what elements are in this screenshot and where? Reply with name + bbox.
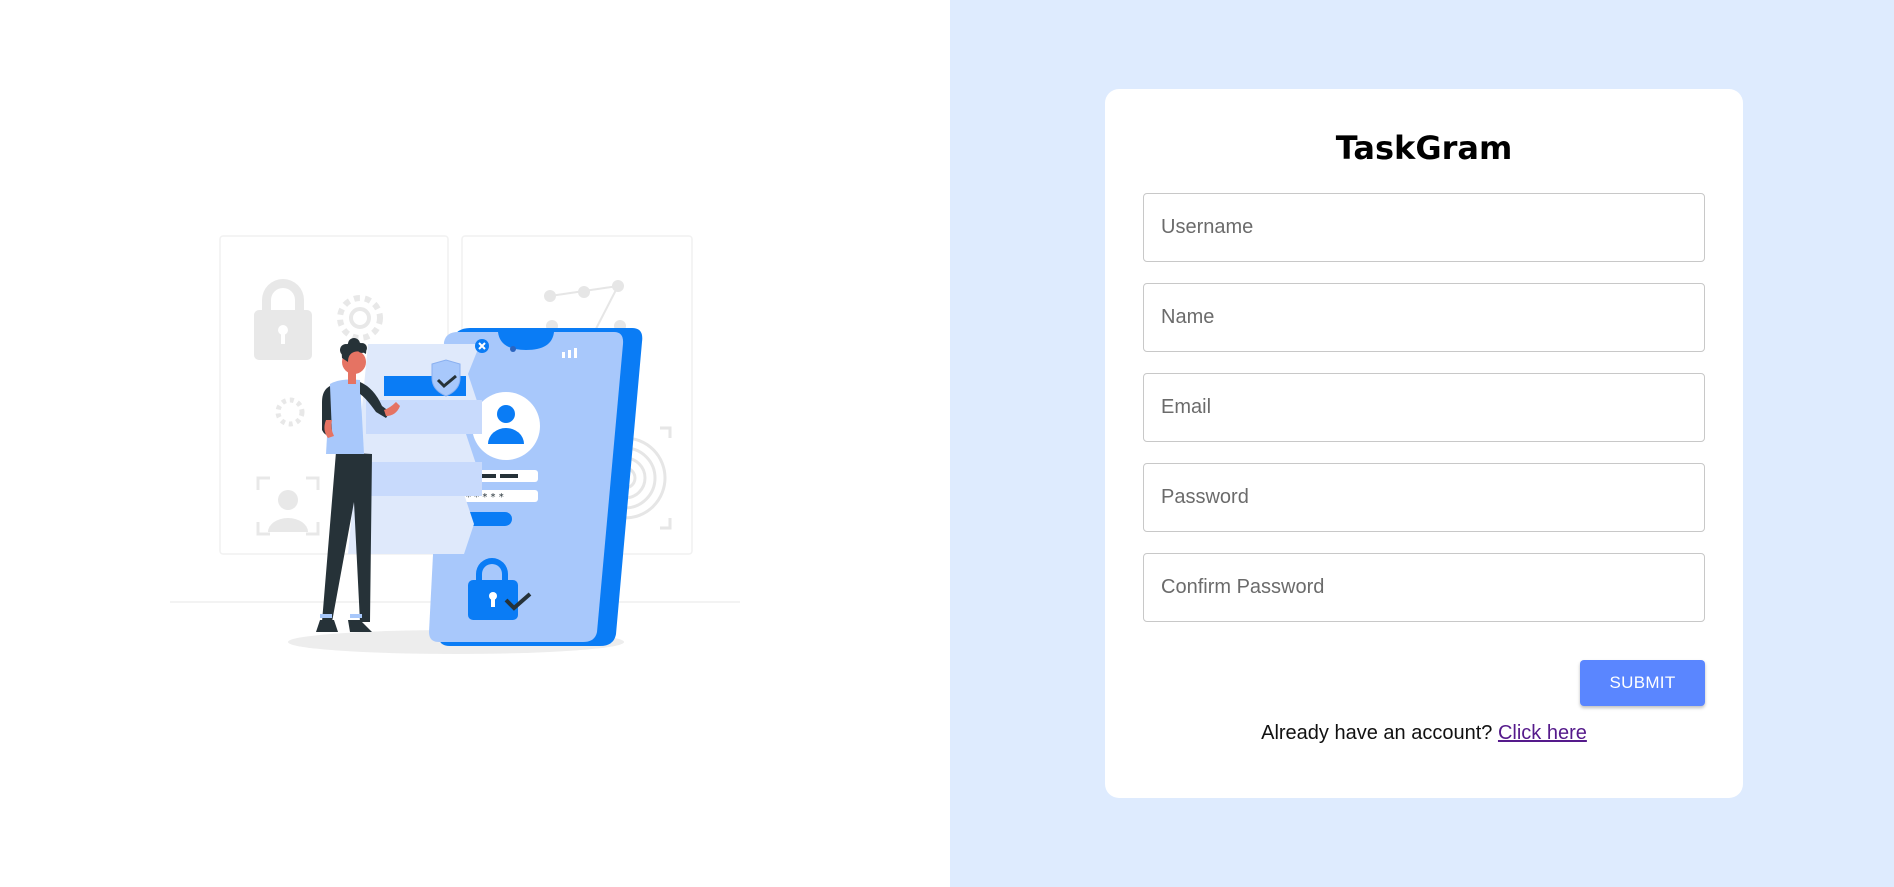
login-link[interactable]: Click here (1498, 722, 1587, 744)
name-field[interactable] (1143, 283, 1705, 352)
password-input[interactable] (1144, 464, 1704, 531)
security-illustration: * * * * * (170, 235, 740, 654)
signup-card: TaskGram SUBMIT Already have an account?… (1105, 89, 1743, 798)
password-field[interactable] (1143, 463, 1705, 532)
illustration-panel: * * * * * (0, 0, 950, 887)
confirm-password-input[interactable] (1144, 554, 1704, 621)
name-input[interactable] (1144, 284, 1704, 351)
faded-lock-icon (254, 279, 312, 360)
faded-gear-icon (337, 295, 383, 341)
faded-small-gear-icon (275, 397, 305, 427)
email-field[interactable] (1143, 373, 1705, 442)
submit-button[interactable]: SUBMIT (1580, 660, 1705, 706)
login-prompt-line: Already have an account? Click here (1105, 722, 1743, 745)
confirm-password-field[interactable] (1143, 553, 1705, 622)
faded-face-scan-icon (256, 476, 320, 536)
faded-gear-hub (349, 307, 371, 329)
login-prompt-text: Already have an account? (1261, 722, 1493, 744)
username-field[interactable] (1143, 193, 1705, 262)
email-input[interactable] (1144, 374, 1704, 441)
app-title: TaskGram (1335, 129, 1513, 167)
username-input[interactable] (1144, 194, 1704, 261)
